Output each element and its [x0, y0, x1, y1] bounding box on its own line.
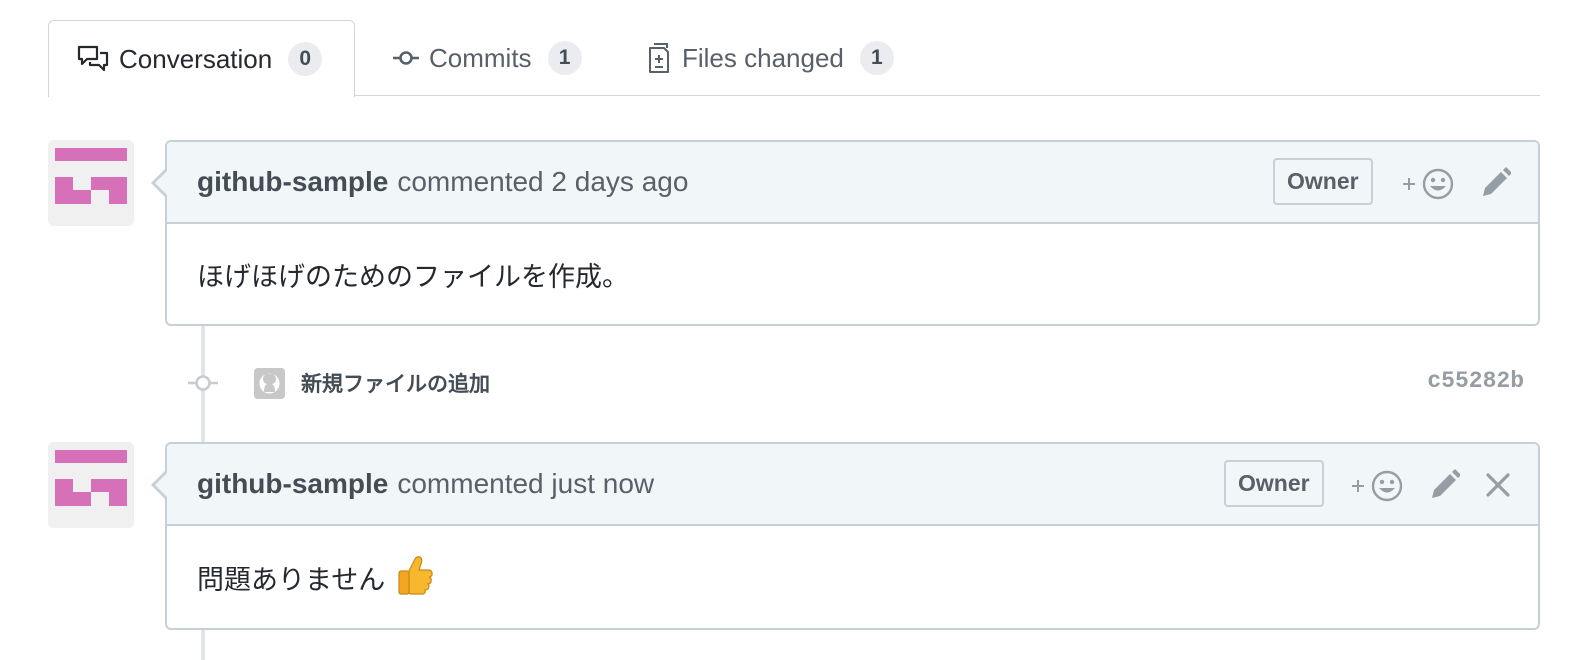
comment-discussion-icon [77, 45, 109, 73]
diff-icon [648, 42, 672, 74]
owner-badge: Owner [1273, 158, 1373, 205]
comment-header: github-sample commented just now Owner [167, 444, 1538, 526]
tab-conversation[interactable]: Conversation 0 [48, 20, 355, 97]
comment-timestamp[interactable]: commented 2 days ago [397, 166, 688, 198]
avatar[interactable] [48, 140, 134, 226]
tab-counter: 1 [859, 41, 894, 75]
add-reaction-icon[interactable] [1401, 166, 1459, 202]
commit-row: 新規ファイルの追加 c55282b [188, 362, 1528, 404]
comment-author[interactable]: github-sample [197, 166, 388, 198]
tab-commits[interactable]: Commits 1 [393, 20, 582, 96]
comment-text: ほげほげのためのファイルを作成。 [197, 261, 629, 292]
owner-badge: Owner [1224, 460, 1324, 507]
comment-body: 問題ありません [167, 526, 1538, 628]
tab-label: Commits [429, 42, 532, 73]
comment-body: ほげほげのためのファイルを作成。 [167, 224, 1538, 324]
comment: github-sample commented 2 days ago Owner… [151, 140, 1540, 326]
pr-tabnav: Conversation 0 Commits 1 Files changed 1 [48, 20, 1540, 97]
edit-pencil-icon[interactable] [1428, 468, 1460, 502]
commit-sha[interactable]: c55282b [1427, 368, 1524, 394]
tab-counter: 0 [288, 42, 323, 76]
commit-message[interactable]: 新規ファイルの追加 [301, 368, 490, 398]
tab-label: Files changed [682, 42, 844, 73]
comment-author[interactable]: github-sample [197, 468, 388, 500]
edit-pencil-icon[interactable] [1479, 166, 1511, 200]
git-commit-icon [188, 374, 218, 397]
tab-counter: 1 [547, 41, 582, 75]
git-commit-icon [393, 50, 419, 66]
comment-text: 問題ありません [197, 564, 386, 595]
thumbs-up-emoji-icon [395, 553, 437, 602]
commit-author-avatar[interactable] [254, 368, 285, 399]
tab-label: Conversation [119, 43, 273, 74]
comment-timestamp[interactable]: commented just now [397, 468, 654, 500]
comment-header: github-sample commented 2 days ago Owner [167, 142, 1538, 224]
comment: github-sample commented just now Owner 問… [151, 442, 1540, 630]
add-reaction-icon[interactable] [1350, 468, 1408, 504]
avatar[interactable] [48, 442, 134, 528]
close-icon[interactable] [1485, 472, 1511, 498]
tab-files-changed[interactable]: Files changed 1 [648, 20, 894, 96]
